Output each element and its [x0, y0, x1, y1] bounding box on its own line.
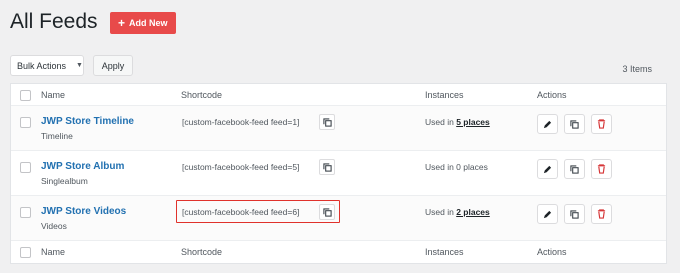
table-header-row: Name Shortcode Instances Actions [11, 84, 666, 106]
page-title: All Feeds [10, 10, 98, 33]
add-new-button[interactable]: + Add New [110, 12, 176, 34]
items-count: 3 Items [622, 64, 652, 74]
copy-icon[interactable] [319, 114, 335, 130]
trash-icon[interactable] [591, 114, 612, 134]
column-header-shortcode: Shortcode [181, 90, 223, 100]
pencil-icon[interactable] [537, 159, 558, 179]
row-checkbox[interactable] [20, 162, 31, 173]
instances-text: Used in 2 places [425, 207, 490, 217]
pencil-icon[interactable] [537, 204, 558, 224]
feed-name-link[interactable]: JWP Store Videos [41, 206, 126, 217]
pencil-icon[interactable] [537, 114, 558, 134]
feed-name-link[interactable]: JWP Store Timeline [41, 116, 134, 127]
column-footer-actions: Actions [537, 247, 567, 257]
bulk-actions-select[interactable]: Bulk Actions ▼ [10, 55, 84, 76]
duplicate-icon[interactable] [564, 204, 585, 224]
bulk-actions-label: Bulk Actions [17, 60, 67, 71]
feeds-table: Name Shortcode Instances Actions JWP Sto… [10, 83, 667, 264]
shortcode-text: [custom-facebook-feed feed=5] [182, 162, 300, 172]
feed-name-link[interactable]: JWP Store Album [41, 161, 124, 172]
copy-icon[interactable] [319, 159, 335, 175]
row-checkbox[interactable] [20, 207, 31, 218]
table-row: JWP Store Timeline Timeline [custom-face… [11, 106, 666, 151]
plus-icon: + [118, 16, 126, 30]
feed-type: Singlealbum [41, 176, 88, 186]
column-footer-shortcode: Shortcode [181, 247, 223, 257]
add-new-label: Add New [129, 18, 168, 28]
instances-text: Used in 5 places [425, 117, 490, 127]
select-all-checkbox[interactable] [20, 90, 31, 101]
table-row: JWP Store Videos Videos [custom-facebook… [11, 196, 666, 241]
table-footer-row: Name Shortcode Instances Actions [11, 241, 666, 263]
trash-icon[interactable] [591, 159, 612, 179]
row-checkbox[interactable] [20, 117, 31, 128]
column-header-name[interactable]: Name [41, 90, 65, 100]
instances-link[interactable]: 5 places [456, 117, 490, 127]
column-header-instances: Instances [425, 90, 464, 100]
table-row: JWP Store Album Singlealbum [custom-face… [11, 151, 666, 196]
column-footer-instances: Instances [425, 247, 464, 257]
copy-icon[interactable] [319, 204, 335, 220]
instances-link[interactable]: 2 places [456, 207, 490, 217]
feed-type: Timeline [41, 131, 73, 141]
duplicate-icon[interactable] [564, 114, 585, 134]
column-header-actions: Actions [537, 90, 567, 100]
shortcode-text: [custom-facebook-feed feed=6] [182, 207, 300, 217]
trash-icon[interactable] [591, 204, 612, 224]
duplicate-icon[interactable] [564, 159, 585, 179]
instances-text: Used in 0 places [425, 162, 488, 172]
chevron-down-icon: ▼ [76, 62, 83, 69]
apply-button[interactable]: Apply [93, 55, 133, 76]
shortcode-text: [custom-facebook-feed feed=1] [182, 117, 300, 127]
column-footer-name[interactable]: Name [41, 247, 65, 257]
feed-type: Videos [41, 221, 67, 231]
select-all-checkbox[interactable] [20, 247, 31, 258]
